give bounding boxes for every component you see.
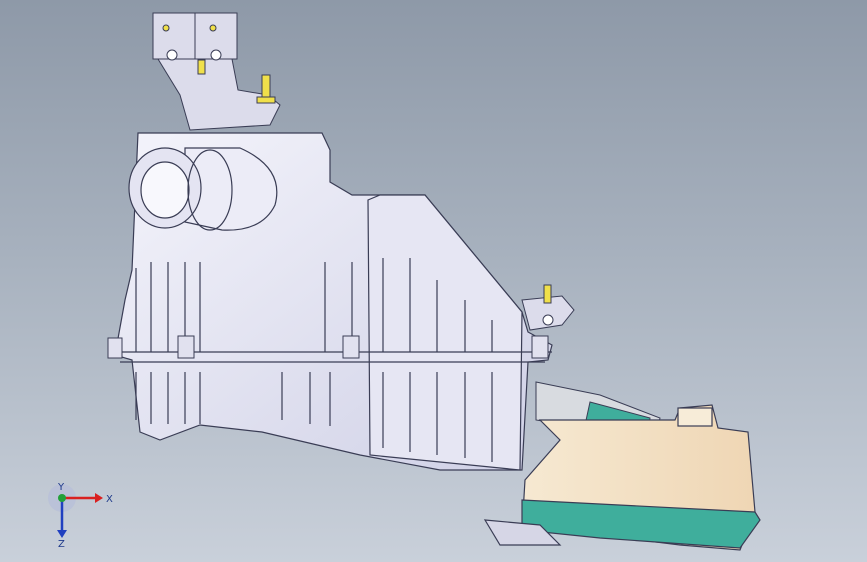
air-filter-housing-model[interactable]	[0, 0, 867, 562]
x-arrow-head	[95, 493, 103, 503]
coordinate-triad: X Y Z	[48, 482, 113, 548]
y-axis-label: Y	[57, 482, 65, 493]
x-axis-label: X	[106, 494, 113, 505]
cad-viewport[interactable]: X Y Z	[0, 0, 867, 562]
y-axis-dot	[58, 494, 66, 502]
resonator-duct	[483, 404, 761, 551]
z-axis-label: Z	[58, 539, 65, 548]
bolt-right	[543, 284, 552, 304]
intake-snorkel	[128, 147, 278, 231]
mounting-bracket	[152, 12, 281, 131]
z-arrow-head	[57, 530, 67, 538]
